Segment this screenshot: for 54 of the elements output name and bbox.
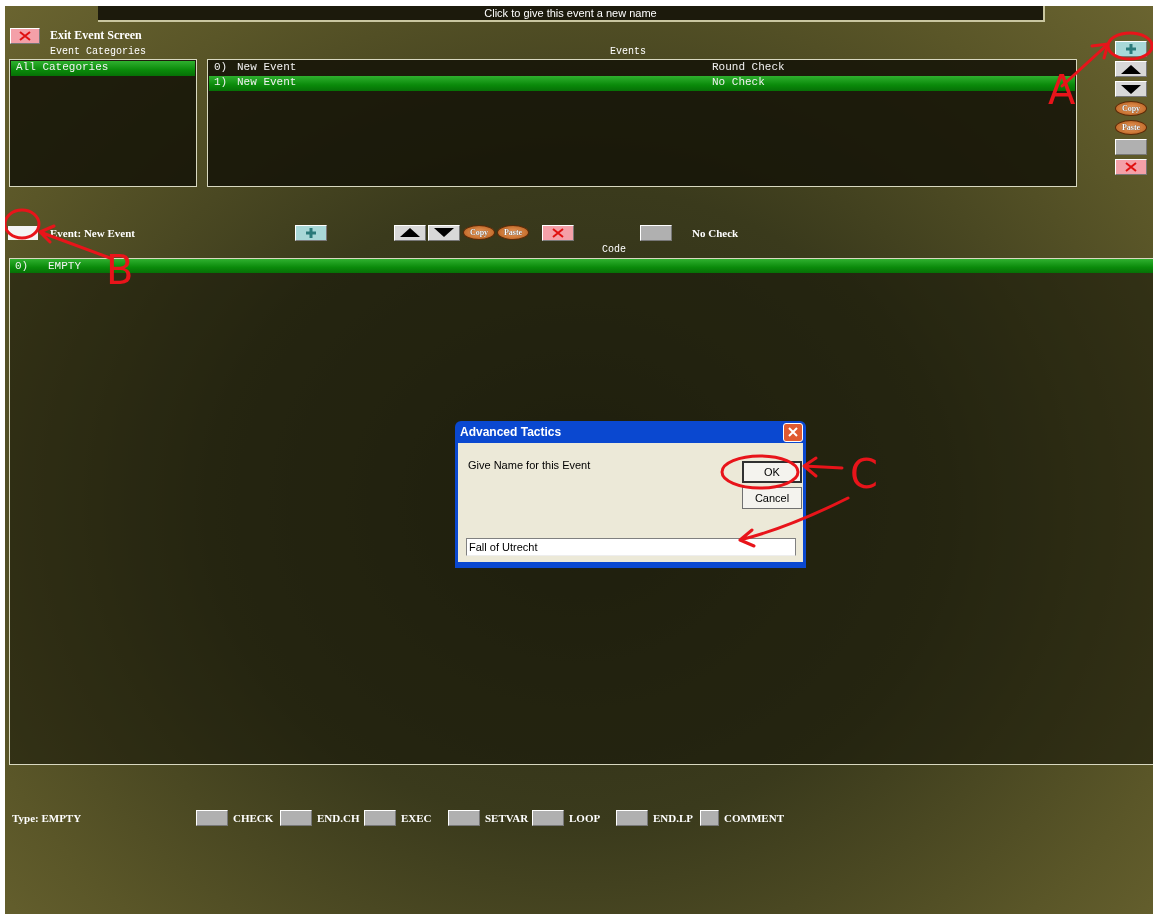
type-button-label: CHECK xyxy=(233,812,274,824)
event-name: New Event xyxy=(237,76,298,90)
cancel-button[interactable]: Cancel xyxy=(742,487,802,509)
down-triangle-icon xyxy=(434,228,454,237)
event-check: No Check xyxy=(712,76,765,90)
type-button-label: LOOP xyxy=(569,812,601,824)
event-name: New Event xyxy=(237,61,298,75)
up-triangle-icon xyxy=(400,228,420,237)
list-heading: Events xyxy=(610,46,646,57)
type-button-label: SETVAR xyxy=(485,812,529,824)
type-button-label: COMMENT xyxy=(724,812,784,824)
move-up-button[interactable] xyxy=(394,224,426,241)
add-button[interactable] xyxy=(295,224,327,241)
type-button[interactable] xyxy=(700,810,720,826)
plus-icon xyxy=(305,226,317,239)
plus-icon xyxy=(1125,43,1137,55)
type-button-label: EXEC xyxy=(401,812,432,824)
move-down-button[interactable] xyxy=(428,224,460,241)
add-button[interactable] xyxy=(1115,41,1147,57)
code-text: EMPTY xyxy=(48,259,81,273)
close-button[interactable] xyxy=(783,422,803,442)
row-number: 1) xyxy=(214,76,229,90)
type-button-label: END.LP xyxy=(653,812,694,824)
dialog-prompt: Give Name for this Event xyxy=(468,459,591,471)
list-heading: Event Categories xyxy=(50,46,147,57)
name-input-field[interactable]: Fall of Utrecht xyxy=(466,538,796,556)
title-bar[interactable]: Click to give this event a new name xyxy=(98,6,1045,22)
list-heading: Code xyxy=(601,243,627,257)
copy-button[interactable]: Copy xyxy=(463,225,495,240)
close-icon xyxy=(18,29,32,42)
exit-label: Exit Event Screen xyxy=(50,28,142,43)
down-triangle-icon xyxy=(1121,84,1141,94)
ok-button[interactable]: OK xyxy=(742,461,802,483)
close-icon xyxy=(1124,161,1138,173)
paste-button[interactable]: Paste xyxy=(1115,120,1147,135)
event-check: Round Check xyxy=(712,61,785,75)
blank-button[interactable] xyxy=(640,224,672,241)
row-number: 0) xyxy=(15,259,30,273)
up-triangle-icon xyxy=(1121,64,1141,74)
copy-button[interactable]: Copy xyxy=(1115,101,1147,116)
move-up-button[interactable] xyxy=(1115,61,1147,77)
dialog-title: Advanced Tactics xyxy=(460,425,562,439)
type-button-label: END.CH xyxy=(317,812,360,824)
check-label: No Check xyxy=(692,226,739,239)
category-item[interactable]: All Categories xyxy=(11,61,195,76)
paste-button[interactable]: Paste xyxy=(497,225,529,240)
close-icon xyxy=(788,427,798,437)
type-label: Type: EMPTY xyxy=(12,812,83,824)
exit-button[interactable] xyxy=(10,27,40,44)
row-number: 0) xyxy=(214,61,229,75)
annotation-letter: C xyxy=(850,451,878,497)
delete-button[interactable] xyxy=(542,224,574,241)
move-down-button[interactable] xyxy=(1115,81,1147,97)
close-icon xyxy=(551,226,565,239)
